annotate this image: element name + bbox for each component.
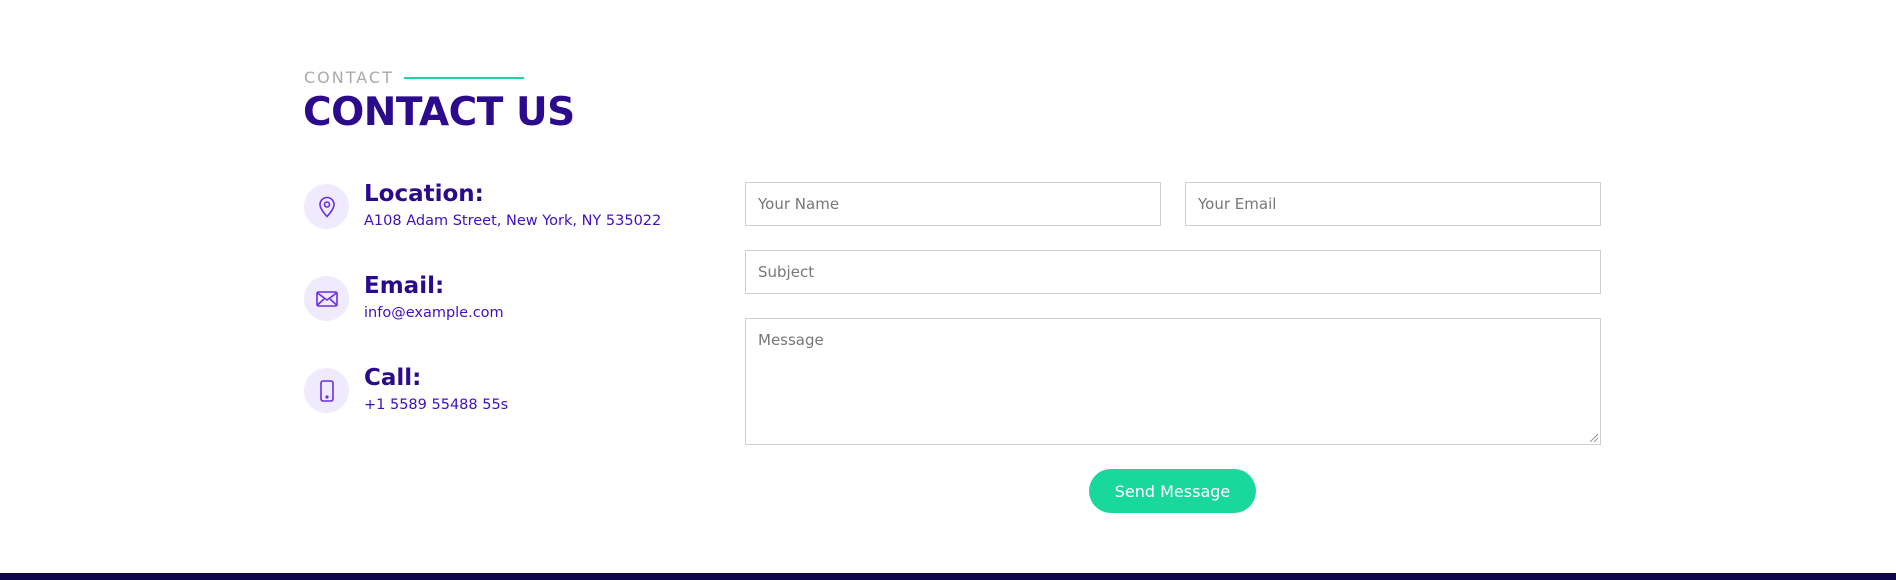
kicker-label: CONTACT xyxy=(304,68,394,87)
email-value[interactable]: info@example.com xyxy=(364,305,504,321)
email-input[interactable]: Your Email xyxy=(1185,182,1601,226)
resize-handle[interactable] xyxy=(1590,434,1598,442)
phone-icon xyxy=(304,368,349,413)
name-input[interactable]: Your Name xyxy=(745,182,1161,226)
call-value[interactable]: +1 5589 55488 55s xyxy=(364,397,508,413)
map-pin-icon xyxy=(304,184,349,229)
email-heading: Email: xyxy=(364,273,445,299)
envelope-icon xyxy=(304,276,349,321)
message-placeholder: Message xyxy=(758,331,824,349)
footer-bar xyxy=(0,573,1896,580)
info-email: Email: info@example.com xyxy=(304,272,504,321)
contact-section: CONTACT CONTACT US Location: A108 Adam S… xyxy=(0,0,1896,580)
info-location: Location: A108 Adam Street, New York, NY… xyxy=(304,180,661,229)
subject-input[interactable]: Subject xyxy=(745,250,1601,294)
location-value: A108 Adam Street, New York, NY 535022 xyxy=(364,213,662,229)
kicker-divider xyxy=(403,76,524,79)
section-kicker: CONTACT xyxy=(304,68,524,87)
page-title: CONTACT US xyxy=(303,90,575,135)
call-heading: Call: xyxy=(364,365,422,391)
info-call: Call: +1 5589 55488 55s xyxy=(304,364,508,413)
location-heading: Location: xyxy=(364,181,484,207)
send-message-button[interactable]: Send Message xyxy=(1089,469,1256,513)
message-textarea[interactable]: Message xyxy=(745,318,1601,445)
